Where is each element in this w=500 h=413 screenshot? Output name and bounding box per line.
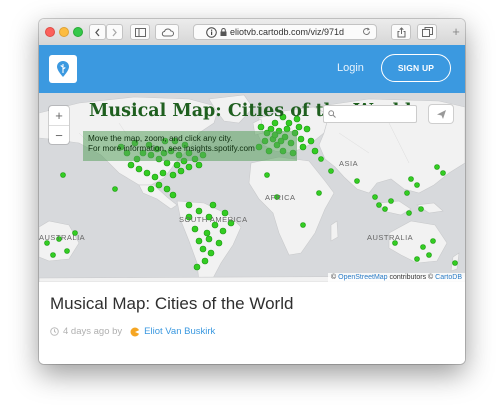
- reload-icon[interactable]: [362, 27, 371, 36]
- new-tab-button[interactable]: +: [449, 25, 463, 39]
- label-south-america: SOUTH AMERICA: [179, 215, 248, 224]
- chevron-right-icon: [112, 28, 117, 36]
- zoom-in-button[interactable]: +: [49, 106, 69, 126]
- login-link[interactable]: Login: [337, 62, 364, 74]
- browser-toolbar: eliotvb.cartodb.com/viz/971d +: [39, 19, 465, 46]
- minimize-window-button[interactable]: [59, 27, 69, 37]
- zoom-out-button[interactable]: −: [49, 126, 69, 145]
- forward-button[interactable]: [106, 24, 123, 40]
- site-header: Login SIGN UP: [39, 45, 465, 93]
- sidebar-icon: [134, 27, 146, 37]
- tabs-icon: [421, 27, 433, 37]
- time-ago: 4 days ago by: [63, 326, 123, 337]
- url-text: eliotvb.cartodb.com/viz/971d: [230, 27, 345, 37]
- visualization-meta: 4 days ago by Eliot Van Buskirk: [50, 326, 215, 337]
- map-description-line-1: Move the map, zoom, and click any city.: [88, 134, 233, 143]
- close-window-button[interactable]: [45, 27, 55, 37]
- browser-window: eliotvb.cartodb.com/viz/971d + Login SIG…: [39, 19, 465, 364]
- openstreetmap-link[interactable]: OpenStreetMap: [338, 274, 387, 281]
- lock-icon: [220, 28, 227, 36]
- signup-button[interactable]: SIGN UP: [381, 54, 451, 82]
- paper-plane-icon: [436, 109, 446, 119]
- cartodb-logo[interactable]: [49, 55, 77, 83]
- cloud-icon: [161, 28, 174, 36]
- map-overlay-description: Move the map, zoom, and click any city. …: [83, 131, 297, 161]
- map-search-input[interactable]: [323, 105, 417, 123]
- map-share-button[interactable]: [429, 105, 453, 123]
- back-button[interactable]: [89, 24, 106, 40]
- tabs-overview-button[interactable]: [417, 24, 437, 40]
- cartodb-link[interactable]: CartoDB: [435, 274, 462, 281]
- zoom-window-button[interactable]: [73, 27, 83, 37]
- address-bar[interactable]: eliotvb.cartodb.com/viz/971d: [193, 24, 377, 40]
- label-africa: AFRICA: [265, 193, 296, 202]
- zoom-control: + −: [49, 106, 69, 144]
- chevron-left-icon: [95, 28, 100, 36]
- search-icon: [328, 110, 336, 118]
- attribution-prefix: ©: [331, 274, 337, 281]
- share-page-button[interactable]: [391, 24, 411, 40]
- attribution-middle: contributors ©: [389, 274, 434, 281]
- icloud-tabs-button[interactable]: [155, 24, 179, 40]
- pin-logo-icon: [57, 61, 69, 77]
- share-icon: [397, 26, 405, 37]
- info-icon: [206, 26, 217, 38]
- map-description-line-2: For more information, see insights.spoti…: [88, 144, 255, 153]
- label-australia-left: AUSTRALIA: [39, 233, 86, 242]
- sidebar-button[interactable]: [130, 24, 150, 40]
- clock-icon: [50, 327, 59, 336]
- map-canvas[interactable]: Musical Map: Cities of the World Move th…: [39, 93, 465, 282]
- page-title: Musical Map: Cities of the World: [50, 294, 294, 313]
- info-button[interactable]: [203, 24, 220, 40]
- author-link[interactable]: Eliot Van Buskirk: [144, 326, 215, 337]
- map-attribution: © OpenStreetMap contributors © CartoDB: [328, 273, 465, 282]
- label-asia: ASIA: [339, 159, 359, 168]
- author-avatar: [130, 327, 140, 336]
- label-australia-right: AUSTRALIA: [367, 233, 414, 242]
- visualization-info: Musical Map: Cities of the World 4 days …: [39, 282, 465, 364]
